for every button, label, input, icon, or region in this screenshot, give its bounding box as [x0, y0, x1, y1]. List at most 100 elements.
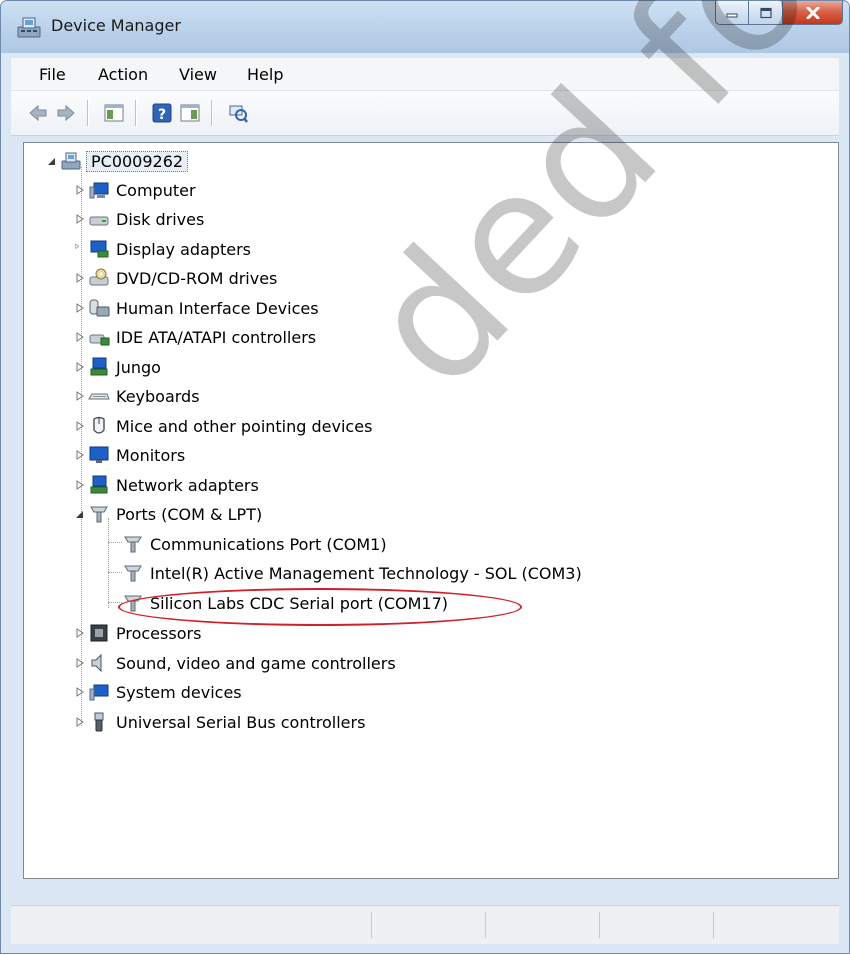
- tree-item-silicon-labs-cdc[interactable]: Silicon Labs CDC Serial port (COM17): [122, 590, 448, 616]
- tree-item-sound-video-game[interactable]: Sound, video and game controllers: [74, 650, 396, 676]
- expand-arrow-icon[interactable]: [74, 479, 86, 491]
- expand-arrow-icon[interactable]: [74, 657, 86, 669]
- tree-item-label: Display adapters: [116, 239, 252, 259]
- tree-item-display-adapters[interactable]: Display adapters: [74, 236, 251, 262]
- toolbar-separator: [135, 100, 137, 126]
- close-button[interactable]: [783, 1, 843, 25]
- status-segment: [371, 912, 372, 938]
- tree-item-ports[interactable]: Ports (COM & LPT): [74, 501, 262, 527]
- expand-arrow-icon[interactable]: [74, 627, 86, 639]
- tree-item-disk-drives[interactable]: Disk drives: [74, 206, 204, 232]
- tree-connector-line: [108, 518, 109, 608]
- port-icon: [124, 536, 142, 553]
- expand-arrow-icon[interactable]: [74, 302, 86, 314]
- tree-item-computer[interactable]: Computer: [74, 177, 196, 203]
- scan-hardware-changes-icon[interactable]: [227, 102, 249, 124]
- tree-item-label: Computer: [116, 180, 196, 200]
- tree-item-label: Intel(R) Active Management Technology - …: [150, 563, 582, 583]
- collapse-arrow-icon[interactable]: [74, 508, 86, 520]
- expand-arrow-icon[interactable]: [74, 420, 86, 432]
- tree-item-label: Disk drives: [116, 209, 205, 229]
- expand-arrow-icon[interactable]: [74, 243, 86, 255]
- expand-arrow-icon[interactable]: [74, 449, 86, 461]
- expand-arrow-icon[interactable]: [74, 184, 86, 196]
- toolbar-separator: [211, 100, 213, 126]
- tree-item-intel-amt-sol[interactable]: Intel(R) Active Management Technology - …: [122, 560, 582, 586]
- port-icon: [124, 565, 142, 582]
- port-icon: [124, 595, 142, 612]
- mouse-icon: [93, 416, 105, 434]
- tree-item-label: Jungo: [116, 357, 161, 377]
- expand-arrow-icon[interactable]: [74, 331, 86, 343]
- minimize-button[interactable]: [715, 1, 749, 25]
- display-adapter-icon: [90, 240, 109, 258]
- tree-connector-line: [108, 602, 122, 603]
- tree-item-mice[interactable]: Mice and other pointing devices: [74, 413, 372, 439]
- computer-tree-icon: [61, 152, 81, 170]
- show-action-pane-icon[interactable]: [179, 102, 201, 124]
- maximize-button[interactable]: [749, 1, 783, 25]
- menu-view[interactable]: View: [179, 65, 217, 84]
- expand-arrow-icon[interactable]: [74, 390, 86, 402]
- network-adapter-icon: [90, 475, 108, 494]
- device-tree[interactable]: PC0009262 Computer Disk drives Display a…: [23, 142, 839, 879]
- status-segment: [713, 912, 714, 938]
- tree-item-label: Network adapters: [116, 475, 259, 495]
- back-arrow-icon[interactable]: [27, 102, 49, 124]
- tree-item-processors[interactable]: Processors: [74, 620, 201, 646]
- menu-action[interactable]: Action: [98, 65, 148, 84]
- tree-item-usb-controllers[interactable]: Universal Serial Bus controllers: [74, 709, 365, 735]
- dvd-drive-icon: [89, 268, 109, 286]
- tree-item-label: System devices: [116, 682, 242, 702]
- menu-file[interactable]: File: [39, 65, 66, 84]
- show-hide-console-tree-icon[interactable]: [103, 102, 125, 124]
- tree-item-communications-port[interactable]: Communications Port (COM1): [122, 531, 387, 557]
- maximize-icon: [759, 7, 772, 18]
- collapse-arrow-icon[interactable]: [46, 155, 58, 167]
- help-icon[interactable]: ?: [151, 102, 173, 124]
- tree-item-label: Sound, video and game controllers: [116, 653, 396, 673]
- tree-item-label: Mice and other pointing devices: [116, 416, 373, 436]
- tree-item-label: Communications Port (COM1): [150, 534, 387, 554]
- tree-item-label: Universal Serial Bus controllers: [116, 712, 366, 732]
- tree-item-monitors[interactable]: Monitors: [74, 442, 185, 468]
- computer-icon: [89, 182, 109, 199]
- title-bar[interactable]: Device Manager: [1, 1, 849, 53]
- forward-arrow-icon[interactable]: [55, 102, 77, 124]
- system-devices-icon: [89, 684, 109, 701]
- status-segment: [485, 912, 486, 938]
- tree-item-dvd-drives[interactable]: DVD/CD-ROM drives: [74, 265, 277, 291]
- tree-root-node[interactable]: PC0009262: [46, 148, 189, 174]
- tree-item-jungo[interactable]: Jungo: [74, 354, 161, 380]
- tree-connector-line: [108, 572, 122, 573]
- tree-item-ide-controllers[interactable]: IDE ATA/ATAPI controllers: [74, 324, 316, 350]
- keyboard-icon: [88, 393, 110, 400]
- tree-item-system-devices[interactable]: System devices: [74, 679, 242, 705]
- caption-buttons: [715, 1, 843, 27]
- port-icon: [90, 506, 108, 523]
- disk-drive-icon: [89, 216, 109, 226]
- expand-arrow-icon[interactable]: [74, 213, 86, 225]
- ide-controller-icon: [89, 334, 110, 346]
- tree-item-label: Human Interface Devices: [116, 298, 319, 318]
- expand-arrow-icon[interactable]: [74, 686, 86, 698]
- usb-icon: [94, 712, 104, 732]
- status-segment: [599, 912, 600, 938]
- close-icon: [806, 6, 819, 19]
- tree-item-human-interface-devices[interactable]: Human Interface Devices: [74, 295, 319, 321]
- tree-item-label: Keyboards: [116, 386, 200, 406]
- tree-item-keyboards[interactable]: Keyboards: [74, 383, 200, 409]
- tree-item-label: IDE ATA/ATAPI controllers: [116, 327, 317, 347]
- expand-arrow-icon[interactable]: [74, 716, 86, 728]
- expand-arrow-icon[interactable]: [74, 361, 86, 373]
- tree-item-label: Ports (COM & LPT): [116, 504, 263, 524]
- jungo-icon: [90, 357, 108, 376]
- status-bar: [11, 905, 839, 944]
- device-manager-window: Device Manager File Action View Help ? P…: [0, 0, 850, 954]
- menu-help[interactable]: Help: [247, 65, 283, 84]
- menu-bar: File Action View Help: [11, 58, 839, 91]
- tree-item-network-adapters[interactable]: Network adapters: [74, 472, 259, 498]
- tree-item-label: Processors: [116, 623, 202, 643]
- expand-arrow-icon[interactable]: [74, 272, 86, 284]
- window-title: Device Manager: [51, 16, 181, 35]
